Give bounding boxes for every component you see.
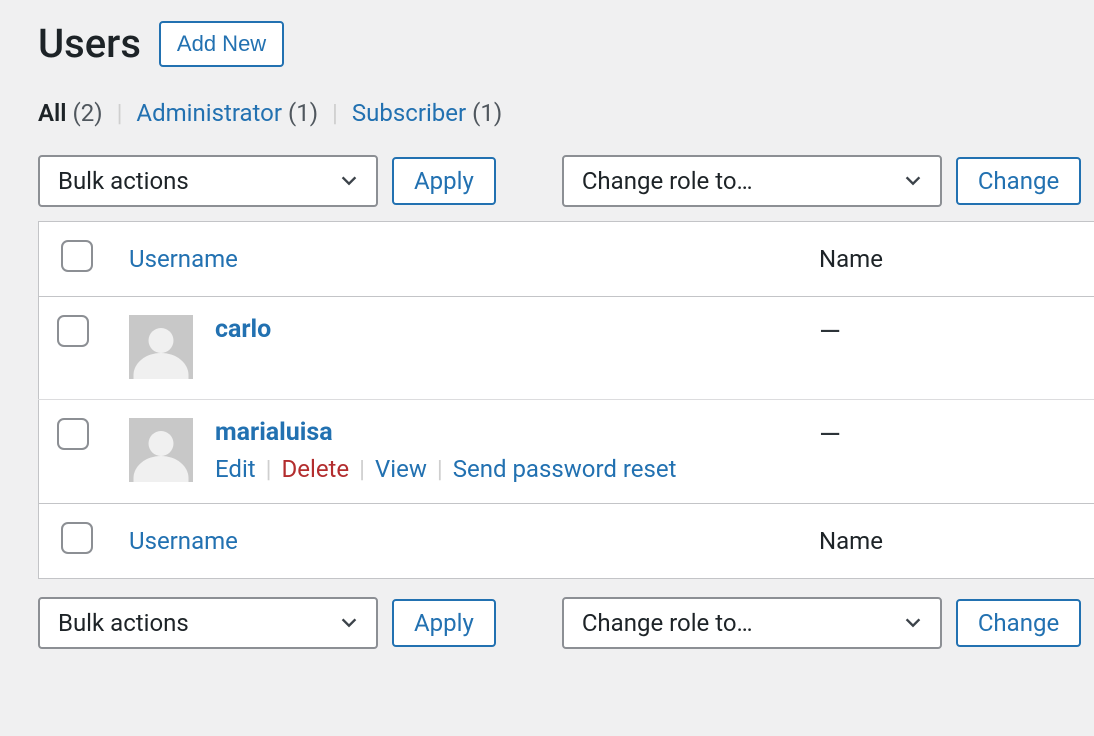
username-link[interactable]: marialuisa (215, 418, 676, 447)
page-header: Users Add New (38, 20, 1094, 67)
select-all-checkbox[interactable] (61, 522, 93, 554)
table-row: carlo — (39, 297, 1094, 400)
users-table: Username Name carlo — (38, 221, 1094, 579)
filter-sep: | (117, 99, 123, 127)
row-checkbox[interactable] (57, 418, 89, 450)
change-role-button[interactable]: Change (956, 157, 1081, 205)
change-role-select[interactable]: Change role to… (562, 597, 942, 649)
bulk-actions-select-wrap: Bulk actions (38, 155, 378, 207)
filter-subscriber-label: Subscriber (352, 99, 466, 127)
change-role-button[interactable]: Change (956, 599, 1081, 647)
tablenav-top: Bulk actions Apply Change role to… Chang… (38, 155, 1094, 207)
name-value: — (819, 418, 841, 451)
name-value: — (819, 315, 841, 348)
filter-all-count: (2) (73, 99, 103, 127)
row-checkbox[interactable] (57, 315, 89, 347)
filter-subscriber[interactable]: Subscriber (1) (352, 99, 502, 127)
apply-bulk-button[interactable]: Apply (392, 599, 496, 647)
apply-bulk-button[interactable]: Apply (392, 157, 496, 205)
delete-link[interactable]: Delete (282, 455, 350, 483)
table-footer-row: Username Name (39, 504, 1094, 579)
filter-all-label: All (38, 99, 67, 127)
row-actions: Edit | Delete | View | Send password res… (215, 455, 676, 483)
column-username[interactable]: Username (129, 245, 238, 273)
bulk-actions-select[interactable]: Bulk actions (38, 155, 378, 207)
change-role-select[interactable]: Change role to… (562, 155, 942, 207)
column-name: Name (819, 245, 883, 273)
column-username[interactable]: Username (129, 527, 238, 555)
bulk-actions-select-wrap: Bulk actions (38, 597, 378, 649)
filter-subscriber-count: (1) (472, 99, 502, 127)
action-sep: | (359, 455, 365, 483)
bulk-actions-select[interactable]: Bulk actions (38, 597, 378, 649)
filter-all[interactable]: All (2) (38, 99, 103, 127)
view-link[interactable]: View (375, 455, 427, 483)
tablenav-bottom: Bulk actions Apply Change role to… Chang… (38, 597, 1094, 649)
filter-administrator-count: (1) (288, 99, 318, 127)
table-row: marialuisa Edit | Delete | View | Send p… (39, 400, 1094, 504)
filter-administrator-label: Administrator (136, 99, 282, 127)
username-link[interactable]: carlo (215, 315, 271, 344)
send-password-reset-link[interactable]: Send password reset (453, 455, 677, 483)
action-sep: | (437, 455, 443, 483)
filter-administrator[interactable]: Administrator (1) (136, 99, 318, 127)
select-all-checkbox[interactable] (61, 240, 93, 272)
table-header-row: Username Name (39, 222, 1094, 297)
edit-link[interactable]: Edit (215, 455, 256, 483)
filter-links: All (2) | Administrator (1) | Subscriber… (38, 99, 1094, 127)
action-sep: | (266, 455, 272, 483)
avatar (129, 315, 193, 379)
avatar (129, 418, 193, 482)
filter-sep: | (332, 99, 338, 127)
add-new-button[interactable]: Add New (159, 21, 284, 67)
column-name: Name (819, 527, 883, 555)
page-title: Users (38, 20, 141, 67)
change-role-select-wrap: Change role to… (562, 597, 942, 649)
change-role-select-wrap: Change role to… (562, 155, 942, 207)
